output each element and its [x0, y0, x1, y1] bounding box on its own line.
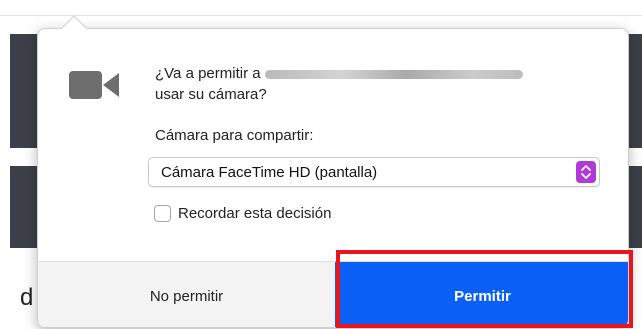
camera-permission-dialog: ¿Va a permitir a usar su cámara? Cámara … [37, 28, 629, 328]
camera-share-label: Cámara para compartir: [155, 127, 314, 144]
allow-button[interactable]: Permitir [335, 262, 628, 327]
redacted-site-name [264, 69, 523, 79]
background-text: d [20, 284, 34, 311]
remember-checkbox[interactable] [154, 205, 171, 222]
remember-decision[interactable]: Recordar esta decisión [154, 205, 331, 222]
video-camera-icon [69, 71, 119, 99]
background-top-strip [0, 0, 642, 16]
question-line-1: ¿Va a permitir a [155, 63, 523, 84]
question-line-2: usar su cámara? [155, 86, 267, 103]
select-stepper-icon[interactable] [576, 161, 596, 183]
deny-button[interactable]: No permitir [38, 262, 335, 327]
camera-select-value: Cámara FaceTime HD (pantalla) [161, 164, 378, 181]
camera-select[interactable]: Cámara FaceTime HD (pantalla) [148, 157, 600, 187]
dialog-footer: No permitir Permitir [38, 261, 628, 327]
remember-label[interactable]: Recordar esta decisión [178, 205, 331, 222]
permission-question: ¿Va a permitir a usar su cámara? [155, 63, 523, 105]
